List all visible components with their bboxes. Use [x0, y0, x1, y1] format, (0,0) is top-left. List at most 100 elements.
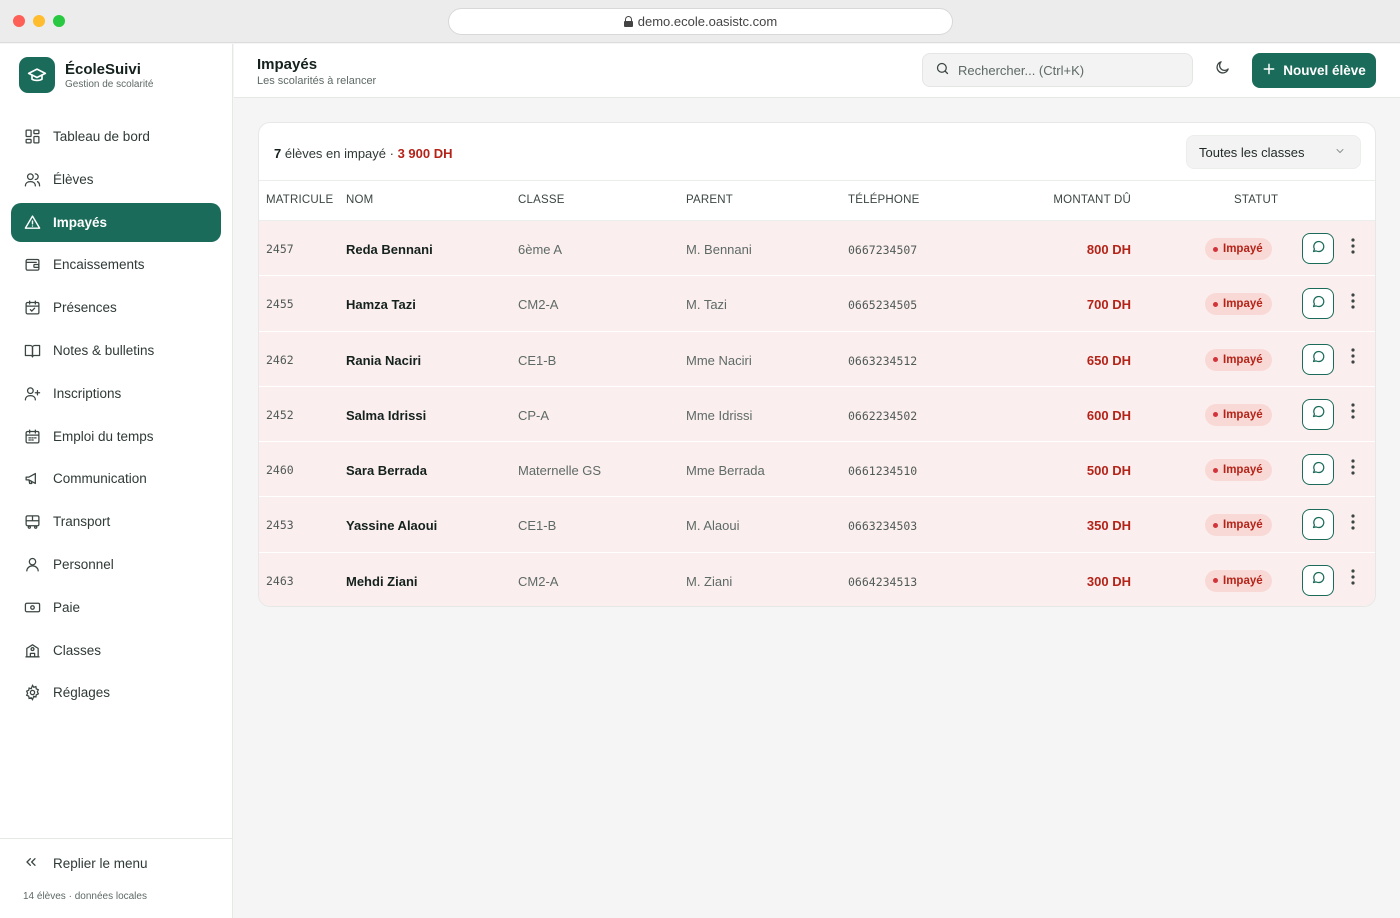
sidebar-item-label: Paie — [53, 599, 81, 615]
search-input[interactable]: Rechercher... (Ctrl+K) — [922, 53, 1193, 87]
chevron-down-icon — [1334, 145, 1346, 160]
more-actions-button[interactable] — [1344, 567, 1362, 593]
calendar-check-icon — [23, 299, 41, 317]
theme-toggle-button[interactable] — [1210, 58, 1234, 82]
column-header-parent[interactable]: PARENT — [686, 194, 733, 206]
sidebar-item-encaissements[interactable]: Encaissements — [11, 245, 221, 284]
chevrons-left-icon — [23, 854, 39, 873]
cell-matricule: 2457 — [266, 242, 294, 256]
message-button[interactable] — [1302, 564, 1334, 596]
table-row[interactable]: 2452 Salma Idrissi CP-A Mme Idrissi 0662… — [259, 386, 1375, 443]
message-button[interactable] — [1302, 398, 1334, 430]
message-button[interactable] — [1302, 233, 1334, 264]
sidebar-item-label: Impayés — [53, 214, 108, 230]
sidebar-item-eleves[interactable]: Élèves — [11, 160, 221, 199]
table-row[interactable]: 2453 Yassine Alaoui CE1-B M. Alaoui 0663… — [259, 497, 1375, 553]
table-header: MATRICULE NOM CLASSE PARENT TÉLÉPHONE MO… — [259, 181, 1375, 221]
new-student-button[interactable]: Nouvel élève — [1252, 53, 1376, 88]
maximize-window-button[interactable] — [53, 15, 65, 27]
more-actions-button[interactable] — [1344, 401, 1362, 427]
cell-nom[interactable]: Rania Naciri — [346, 353, 421, 368]
message-button[interactable] — [1302, 288, 1334, 320]
table-row[interactable]: 2460 Sara Berrada Maternelle GS Mme Berr… — [259, 442, 1375, 498]
unpaid-card: 7 élèves en impayé · 3 900 DH Toutes les… — [258, 122, 1376, 607]
more-actions-button[interactable] — [1344, 290, 1362, 316]
lock-icon — [623, 16, 633, 27]
table-row[interactable]: 2463 Mehdi Ziani CM2-A M. Ziani 06642345… — [259, 552, 1375, 606]
cell-classe: CP-A — [518, 407, 550, 423]
more-actions-button[interactable] — [1344, 235, 1362, 261]
collapse-menu-button[interactable]: Replier le menu — [23, 854, 148, 873]
sidebar-item-inscriptions[interactable]: Inscriptions — [11, 374, 221, 413]
moon-icon — [1214, 59, 1231, 81]
table-row[interactable]: 2457 Reda Bennani 6ème A M. Bennani 0667… — [259, 221, 1375, 277]
more-actions-button[interactable] — [1344, 346, 1362, 372]
more-actions-button[interactable] — [1344, 511, 1362, 537]
alert-triangle-icon — [23, 213, 41, 231]
cell-telephone: 0667234507 — [848, 243, 918, 257]
cell-matricule: 2452 — [266, 407, 294, 422]
sidebar-item-impayes[interactable]: Impayés — [11, 202, 221, 242]
status-badge: Impayé — [1205, 348, 1272, 371]
sidebar-item-notes-bulletins[interactable]: Notes & bulletins — [11, 331, 221, 370]
plus-icon — [1262, 62, 1276, 79]
sidebar-item-tableau-de-bord[interactable]: Tableau de bord — [11, 117, 221, 156]
table-body: 2457 Reda Bennani 6ème A M. Bennani 0667… — [259, 221, 1375, 606]
column-header-classe[interactable]: CLASSE — [518, 194, 565, 206]
sidebar-item-reglages[interactable]: Réglages — [11, 673, 221, 712]
address-bar[interactable]: demo.ecole.oasistc.com — [448, 8, 953, 35]
sidebar-item-label: Réglages — [53, 685, 111, 701]
sidebar-item-communication[interactable]: Communication — [11, 459, 221, 498]
cell-telephone: 0663234512 — [848, 353, 918, 368]
message-circle-icon — [1311, 239, 1326, 259]
close-window-button[interactable] — [13, 15, 25, 27]
sidebar-item-presences[interactable]: Présences — [11, 288, 221, 327]
sidebar-item-paie[interactable]: Paie — [11, 588, 221, 627]
sidebar-item-classes[interactable]: Classes — [11, 631, 221, 670]
column-header-matricule[interactable]: MATRICULE — [266, 194, 333, 206]
cell-matricule: 2455 — [266, 297, 294, 312]
cell-nom[interactable]: Sara Berrada — [346, 463, 427, 478]
status-badge: Impayé — [1205, 403, 1272, 426]
sidebar-item-label: Inscriptions — [53, 385, 122, 401]
cell-parent: Mme Naciri — [686, 352, 752, 368]
cell-nom[interactable]: Hamza Tazi — [346, 297, 416, 312]
cell-montant: 700 DH — [1086, 297, 1131, 313]
wallet-icon — [23, 256, 41, 274]
sidebar-item-personnel[interactable]: Personnel — [11, 545, 221, 584]
cell-nom[interactable]: Mehdi Ziani — [346, 574, 418, 589]
message-button[interactable] — [1302, 509, 1334, 541]
sidebar-item-emploi-du-temps[interactable]: Emploi du temps — [11, 417, 221, 456]
more-actions-button[interactable] — [1344, 456, 1362, 482]
message-button[interactable] — [1302, 343, 1334, 375]
column-header-statut[interactable]: STATUT — [1234, 194, 1278, 206]
cell-nom[interactable]: Reda Bennani — [346, 242, 433, 257]
column-header-montant[interactable]: MONTANT DÛ — [1053, 194, 1131, 206]
column-header-nom[interactable]: NOM — [346, 194, 373, 206]
cell-matricule: 2453 — [266, 518, 294, 533]
column-header-telephone[interactable]: TÉLÉPHONE — [848, 194, 919, 206]
cell-matricule: 2460 — [266, 463, 294, 478]
brand[interactable]: ÉcoleSuivi Gestion de scolarité — [19, 57, 153, 93]
cell-nom[interactable]: Salma Idrissi — [346, 408, 426, 423]
page-subtitle: Les scolarités à relancer — [257, 75, 377, 87]
message-button[interactable] — [1302, 454, 1334, 486]
message-circle-icon — [1311, 460, 1326, 480]
sidebar-item-transport[interactable]: Transport — [11, 502, 221, 541]
more-vertical-icon — [1351, 569, 1355, 590]
cell-parent: M. Alaoui — [686, 518, 740, 534]
sidebar-item-label: Notes & bulletins — [53, 342, 155, 358]
sidebar-item-label: Élèves — [53, 171, 94, 187]
table-row[interactable]: 2455 Hamza Tazi CM2-A M. Tazi 0665234505… — [259, 276, 1375, 332]
cell-parent: M. Bennani — [686, 242, 752, 257]
minimize-window-button[interactable] — [33, 15, 45, 27]
more-vertical-icon — [1351, 514, 1355, 535]
table-row[interactable]: 2462 Rania Naciri CE1-B Mme Naciri 06632… — [259, 331, 1375, 387]
status-badge: Impayé — [1205, 293, 1272, 316]
unpaid-total: 3 900 DH — [397, 146, 453, 161]
brand-name: ÉcoleSuivi — [65, 60, 141, 78]
class-filter-select[interactable]: Toutes les classes — [1186, 135, 1361, 169]
book-open-icon — [23, 341, 41, 359]
cell-nom[interactable]: Yassine Alaoui — [346, 518, 437, 533]
sidebar-item-label: Classes — [53, 642, 102, 658]
